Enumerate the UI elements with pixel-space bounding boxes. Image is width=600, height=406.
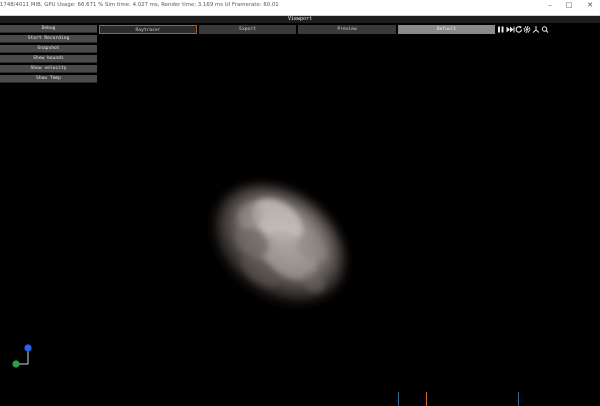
status-segment [518, 392, 600, 406]
close-button[interactable]: ✕ [582, 0, 598, 9]
snapshot-button[interactable]: Snapshot [0, 45, 97, 53]
minimize-button[interactable]: – [542, 0, 558, 9]
show-velocity-button[interactable]: Show velocity [0, 65, 97, 73]
pause-icon[interactable] [497, 25, 505, 34]
status-segment [398, 392, 426, 406]
gear-icon[interactable] [523, 25, 531, 34]
tab-raytracer[interactable]: Raytracer [99, 25, 197, 34]
debug-header[interactable]: Debug [0, 25, 97, 33]
fast-forward-icon[interactable] [506, 25, 515, 34]
show-bounds-button[interactable]: Show bounds [0, 55, 97, 63]
tab-export[interactable]: Export [199, 25, 296, 34]
y-axis-handle [24, 344, 32, 352]
status-segment-active [426, 392, 518, 406]
x-axis-handle [12, 360, 20, 368]
show-temp-button[interactable]: Show Temp [0, 75, 97, 83]
maximize-button[interactable]: □ [561, 0, 577, 9]
viewport-header: Viewport [0, 16, 600, 23]
search-icon[interactable] [541, 25, 549, 34]
smoke-volume-render [215, 185, 345, 301]
axis-gizmo [12, 344, 32, 368]
start-recording-button[interactable]: Start Recording [0, 35, 97, 43]
refresh-icon[interactable] [515, 25, 523, 34]
tab-default[interactable]: Default [398, 25, 495, 34]
window-title-bar: 1748/4011 MiB, GPU Usage: 66.671 % Sim t… [0, 0, 600, 16]
window-title: 1748/4011 MiB, GPU Usage: 66.671 % Sim t… [0, 2, 279, 8]
axes-icon[interactable] [532, 25, 540, 34]
tab-preview[interactable]: Preview [298, 25, 396, 34]
